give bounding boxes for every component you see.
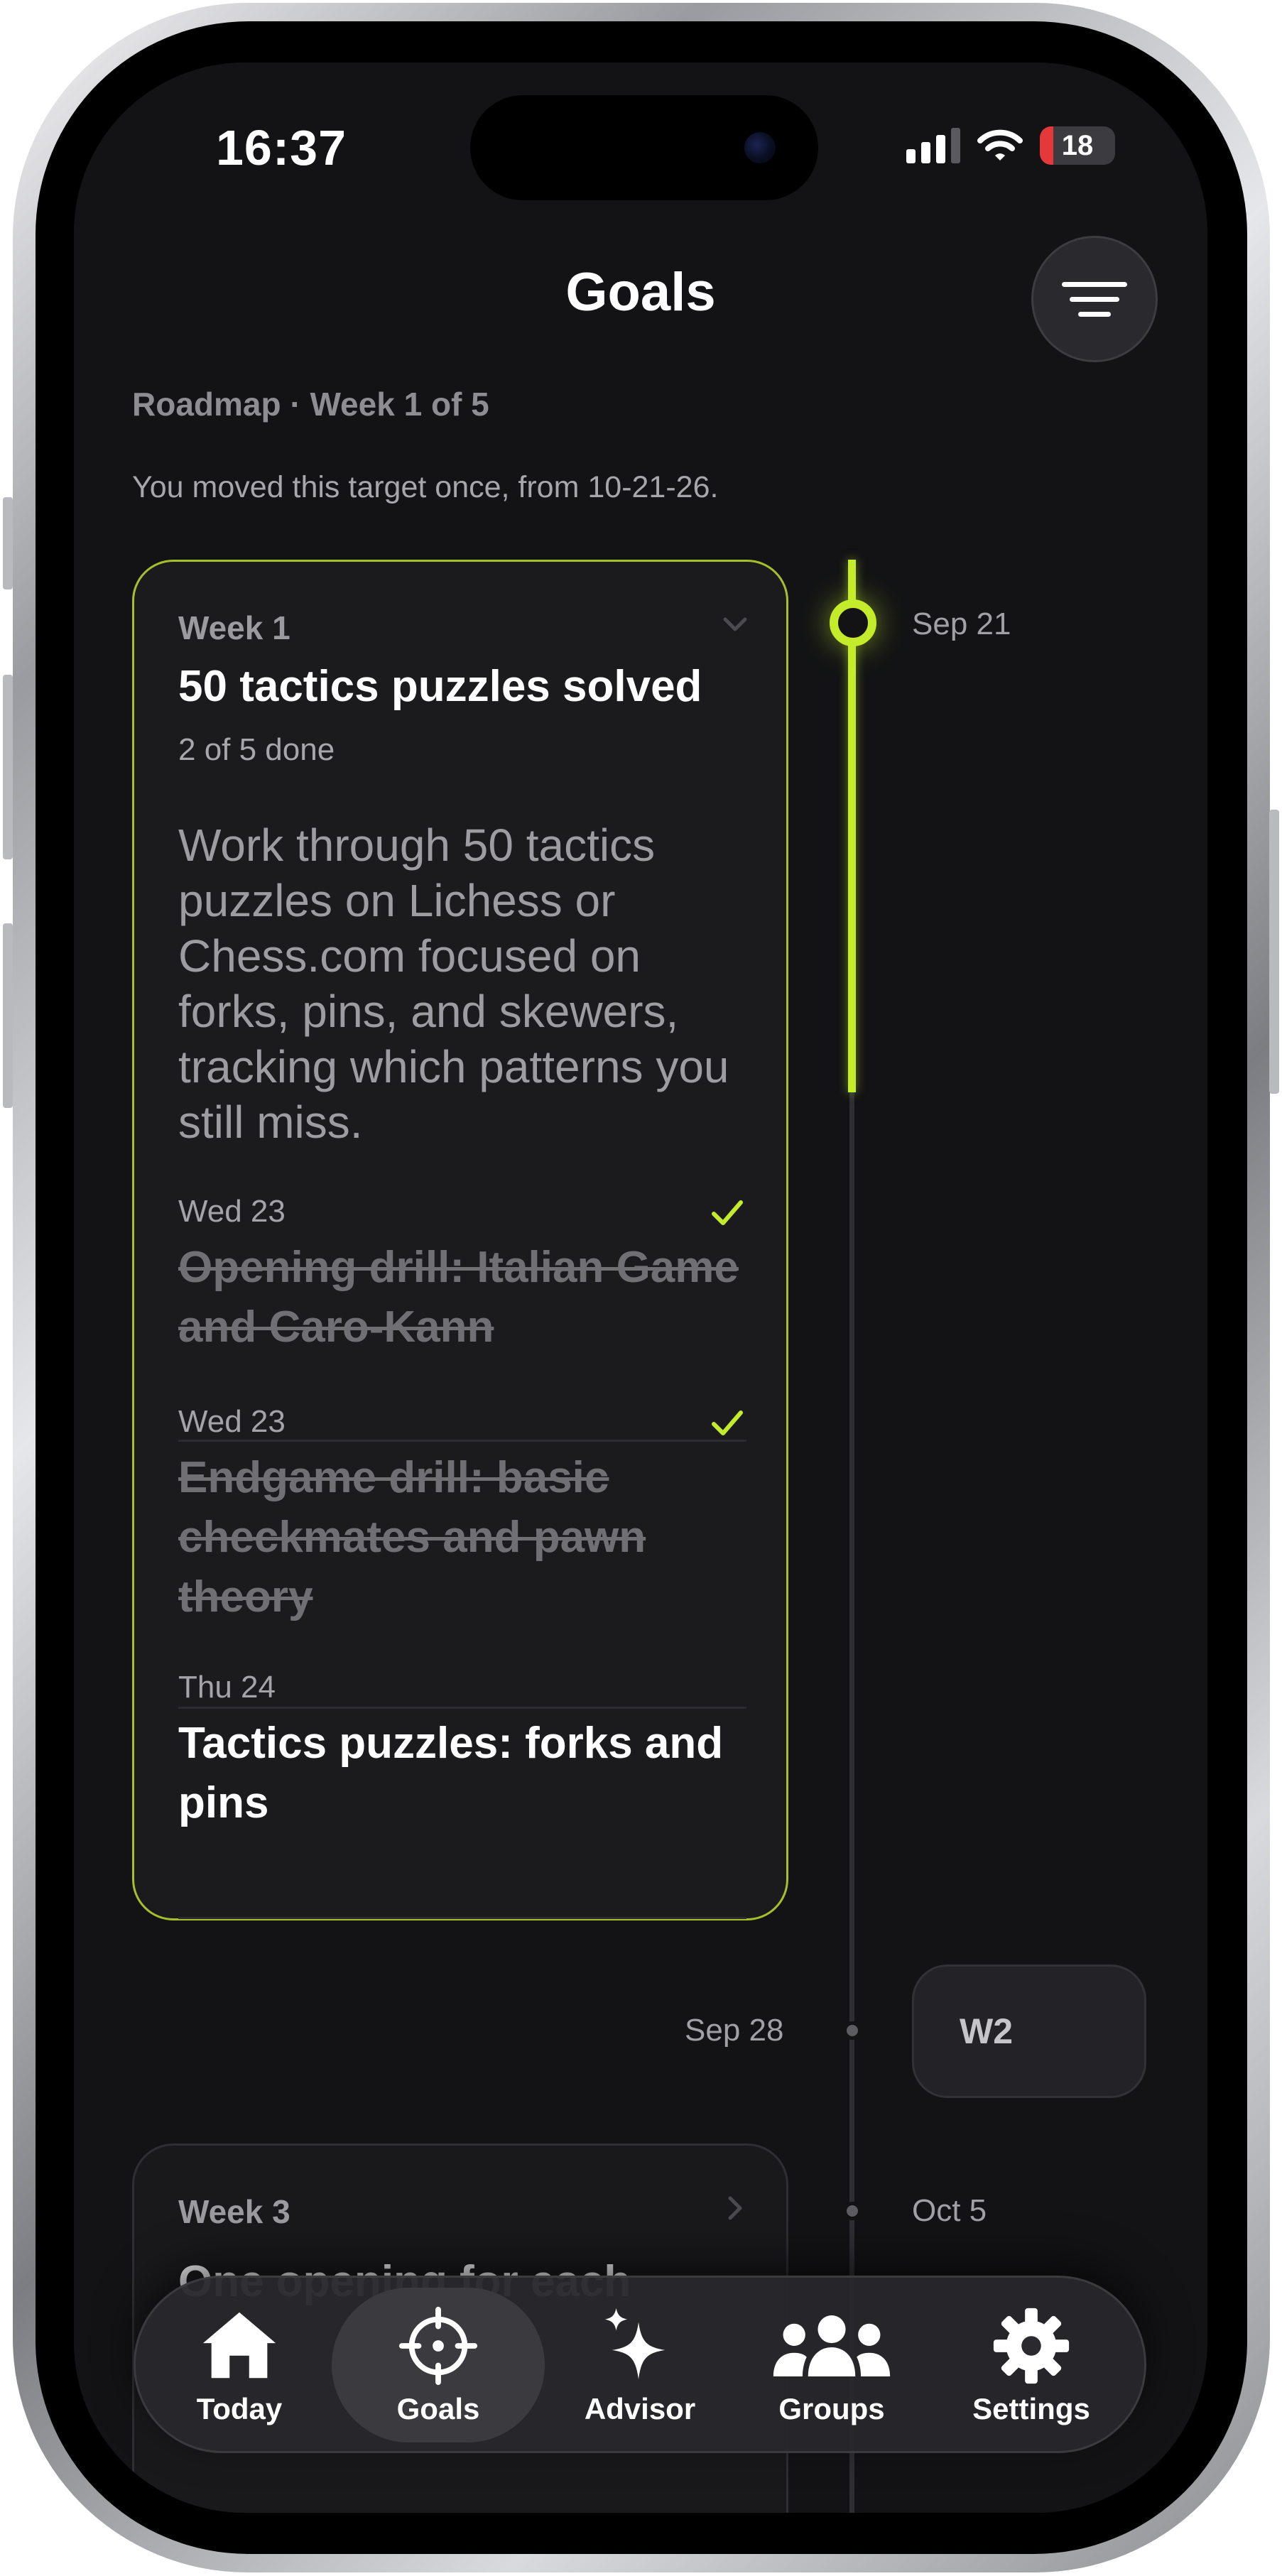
sparkle-icon [604, 2308, 666, 2380]
moved-target-note: You moved this target once, from 10-21-2… [132, 470, 719, 504]
week-progress: 2 of 5 done [178, 732, 335, 767]
task-item[interactable]: Wed 23 Opening drill: Italian Game and C… [178, 1194, 746, 1357]
timeline-node[interactable] [843, 2202, 862, 2220]
menu-lines-icon [1062, 281, 1127, 287]
tab-groups[interactable]: Groups [746, 2288, 917, 2442]
timeline-date: Sep 21 [912, 607, 1011, 641]
people-icon [773, 2315, 891, 2377]
status-indicators: 18 [906, 126, 1115, 165]
tab-label: Advisor [584, 2392, 696, 2425]
check-icon[interactable] [708, 1404, 746, 1442]
wifi-icon [977, 129, 1023, 161]
tab-label: Today [196, 2392, 283, 2425]
tab-label: Groups [778, 2392, 885, 2425]
dynamic-island [470, 95, 818, 200]
app-screen: 16:37 18 Goals Roadmap · Week 1 of 5 You… [74, 63, 1207, 2513]
week-title: 50 tactics puzzles solved [178, 662, 702, 711]
tab-label: Settings [972, 2392, 1090, 2425]
tab-goals[interactable]: Goals [332, 2288, 545, 2442]
status-time: 16:37 [216, 120, 347, 175]
task-divider [178, 1917, 746, 1919]
battery-level: 18 [1061, 129, 1094, 161]
volume-up-button [3, 675, 13, 859]
week-label: Week 3 [178, 2193, 290, 2230]
week-label: Week 1 [178, 609, 290, 646]
cellular-signal-icon [906, 128, 960, 163]
task-title: Tactics puzzles: forks and pins [178, 1719, 724, 1827]
battery-icon: 18 [1040, 126, 1115, 165]
task-day: Thu 24 [178, 1670, 276, 1705]
timeline-date: Oct 5 [912, 2193, 987, 2228]
action-button [3, 497, 13, 589]
tab-bar: Today Goals Advisor Groups Settings [134, 2276, 1146, 2453]
power-button [1269, 810, 1279, 1094]
gear-icon [993, 2308, 1070, 2384]
task-title: Endgame drill: basic checkmates and pawn… [178, 1453, 646, 1621]
home-icon [202, 2312, 276, 2379]
timeline-date: Sep 28 [685, 2013, 784, 2048]
week-chip[interactable]: W2 [912, 1964, 1146, 2098]
task-day: Wed 23 [178, 1194, 286, 1229]
chevron-right-icon[interactable] [721, 2194, 749, 2222]
check-icon[interactable] [708, 1194, 746, 1232]
tab-settings[interactable]: Settings [943, 2288, 1120, 2442]
week-description: Work through 50 tactics puzzles on Liche… [178, 820, 729, 1148]
menu-button[interactable] [1031, 236, 1158, 362]
tab-label: Goals [396, 2392, 480, 2425]
chevron-down-icon[interactable] [721, 610, 749, 638]
timeline-node[interactable] [843, 2021, 862, 2040]
camera-icon [744, 132, 776, 163]
timeline-node-current[interactable] [830, 599, 876, 646]
target-icon [398, 2306, 478, 2386]
task-day: Wed 23 [178, 1404, 286, 1439]
task-item[interactable]: Thu 24 Tactics puzzles: forks and pins [178, 1670, 746, 1833]
week-card-current[interactable]: Week 1 50 tactics puzzles solved 2 of 5 … [132, 560, 788, 1920]
roadmap-label: Roadmap · Week 1 of 5 [132, 386, 489, 423]
task-title: Opening drill: Italian Game and Caro-Kan… [178, 1243, 739, 1352]
task-item[interactable]: Wed 23 Endgame drill: basic checkmates a… [178, 1404, 746, 1627]
battery-fill [1040, 126, 1054, 165]
tab-advisor[interactable]: Advisor [555, 2288, 725, 2442]
volume-down-button [3, 923, 13, 1108]
tab-today[interactable]: Today [161, 2288, 317, 2442]
